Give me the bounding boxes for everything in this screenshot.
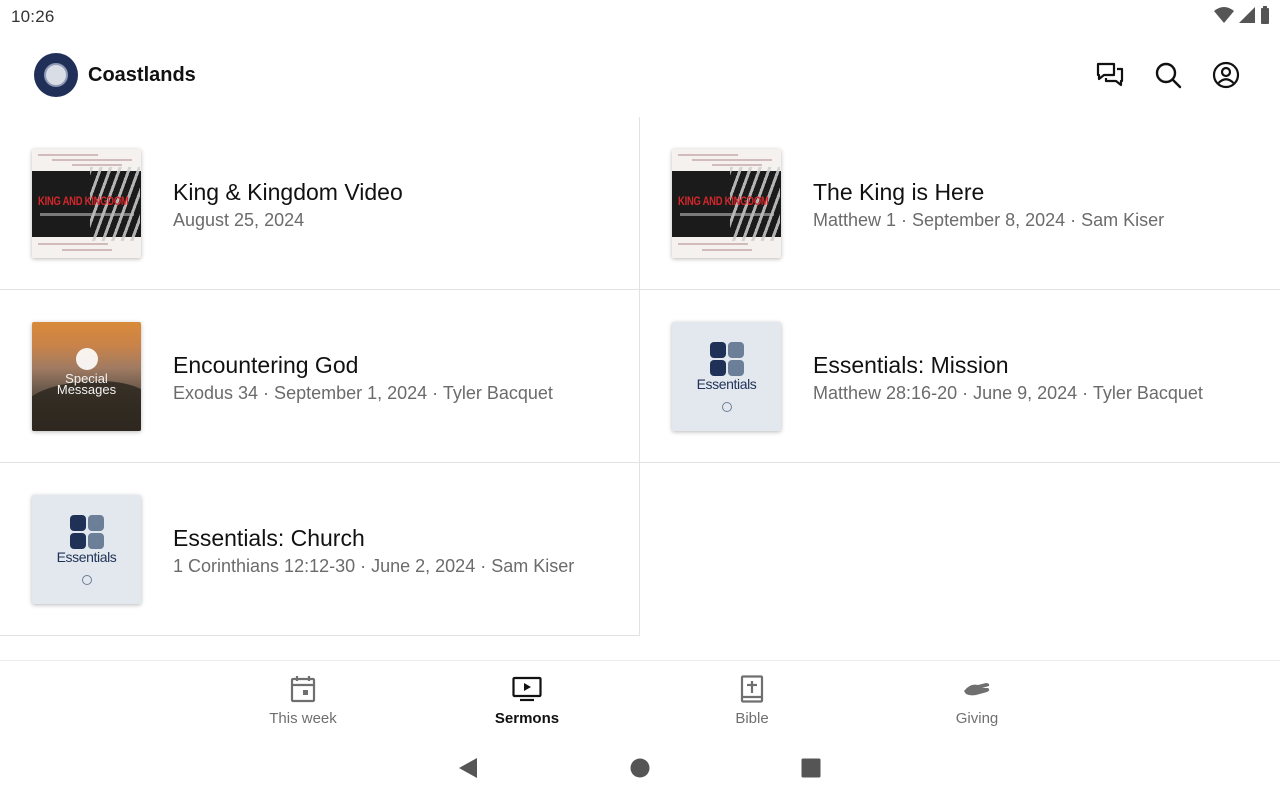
back-button[interactable] xyxy=(458,757,478,784)
bible-icon xyxy=(740,675,764,703)
nav-sermons[interactable]: Sermons xyxy=(447,673,607,727)
chat-button[interactable] xyxy=(1094,59,1126,91)
essentials-tiles-icon xyxy=(710,342,744,376)
status-icons xyxy=(1214,6,1270,24)
thumbnail-line-2: Messages xyxy=(56,382,117,397)
sermon-meta: 1 Corinthians 12:12-30 · June 2, 2024 · … xyxy=(173,556,575,576)
thumbnail-title: Essentials xyxy=(696,376,757,392)
sermon-item[interactable]: Essentials Essentials: Church 1 Corinthi… xyxy=(0,463,640,636)
sermon-title: Encountering God xyxy=(173,352,359,378)
logo-mark xyxy=(44,63,68,87)
church-logo xyxy=(34,53,78,97)
sermon-item[interactable]: Essentials Essentials: Mission Matthew 2… xyxy=(640,290,1280,463)
bottom-nav: This week Sermons Bible Giving xyxy=(0,660,1280,736)
sermon-meta: August 25, 2024 xyxy=(173,210,305,230)
thumbnail-title: Special Messages xyxy=(32,372,141,397)
essentials-tiles-icon xyxy=(70,515,104,549)
cell-signal-icon xyxy=(1239,7,1255,23)
header-actions xyxy=(1094,59,1242,91)
account-icon xyxy=(1212,61,1240,89)
sermon-thumbnail: KING AND KINGDOM xyxy=(32,149,141,258)
sermon-title: King & Kingdom Video xyxy=(173,179,403,205)
sermon-thumbnail: Essentials xyxy=(672,322,781,431)
sermon-thumbnail: Special Messages xyxy=(32,322,141,431)
sermon-thumbnail: KING AND KINGDOM xyxy=(672,149,781,258)
home-icon xyxy=(630,758,650,778)
app-header: Coastlands xyxy=(0,44,1280,106)
recents-icon xyxy=(801,758,821,778)
nav-label: Giving xyxy=(955,710,999,727)
nav-giving[interactable]: Giving xyxy=(897,673,1057,727)
sermon-item[interactable]: KING AND KINGDOM The King is Here Matthe… xyxy=(640,117,1280,290)
essentials-logo-icon xyxy=(722,402,732,412)
sermon-thumbnail: Essentials xyxy=(32,495,141,604)
sermon-title: Essentials: Mission xyxy=(813,352,1009,378)
nav-this-week[interactable]: This week xyxy=(223,673,383,727)
status-bar: 10:26 xyxy=(0,0,1280,34)
calendar-icon xyxy=(290,676,316,703)
chat-icon xyxy=(1096,62,1124,87)
sermon-title: The King is Here xyxy=(813,179,985,205)
sermon-item[interactable]: KING AND KINGDOM King & Kingdom Video Au… xyxy=(0,117,640,290)
giving-hand-icon xyxy=(964,683,990,696)
sermon-meta: Matthew 1 · September 8, 2024 · Sam Kise… xyxy=(813,210,1165,230)
thumbnail-title: Essentials xyxy=(56,549,117,565)
nav-bible[interactable]: Bible xyxy=(672,673,832,727)
sermon-item[interactable]: Special Messages Encountering God Exodus… xyxy=(0,290,640,463)
tv-play-icon xyxy=(512,676,542,702)
recents-button[interactable] xyxy=(801,758,821,783)
system-nav-bar xyxy=(0,740,1280,800)
thumbnail-title: KING AND KINGDOM xyxy=(38,196,129,208)
thumbnail-title: KING AND KINGDOM xyxy=(678,196,769,208)
wifi-icon xyxy=(1214,7,1234,23)
special-logo-icon xyxy=(76,348,98,370)
sermon-meta: Exodus 34 · September 1, 2024 · Tyler Ba… xyxy=(173,383,553,403)
nav-label: This week xyxy=(269,710,337,727)
account-button[interactable] xyxy=(1210,59,1242,91)
nav-label: Bible xyxy=(735,710,769,727)
nav-label: Sermons xyxy=(494,710,560,727)
sermon-title: Essentials: Church xyxy=(173,525,365,551)
status-time: 10:26 xyxy=(11,7,55,26)
home-button[interactable] xyxy=(630,758,650,783)
back-icon xyxy=(459,758,477,778)
sermon-meta: Matthew 28:16-20 · June 9, 2024 · Tyler … xyxy=(813,383,1203,403)
essentials-logo-icon xyxy=(82,575,92,585)
battery-icon xyxy=(1261,6,1269,24)
app-title: Coastlands xyxy=(88,64,196,86)
search-icon xyxy=(1155,62,1182,89)
search-button[interactable] xyxy=(1152,59,1184,91)
